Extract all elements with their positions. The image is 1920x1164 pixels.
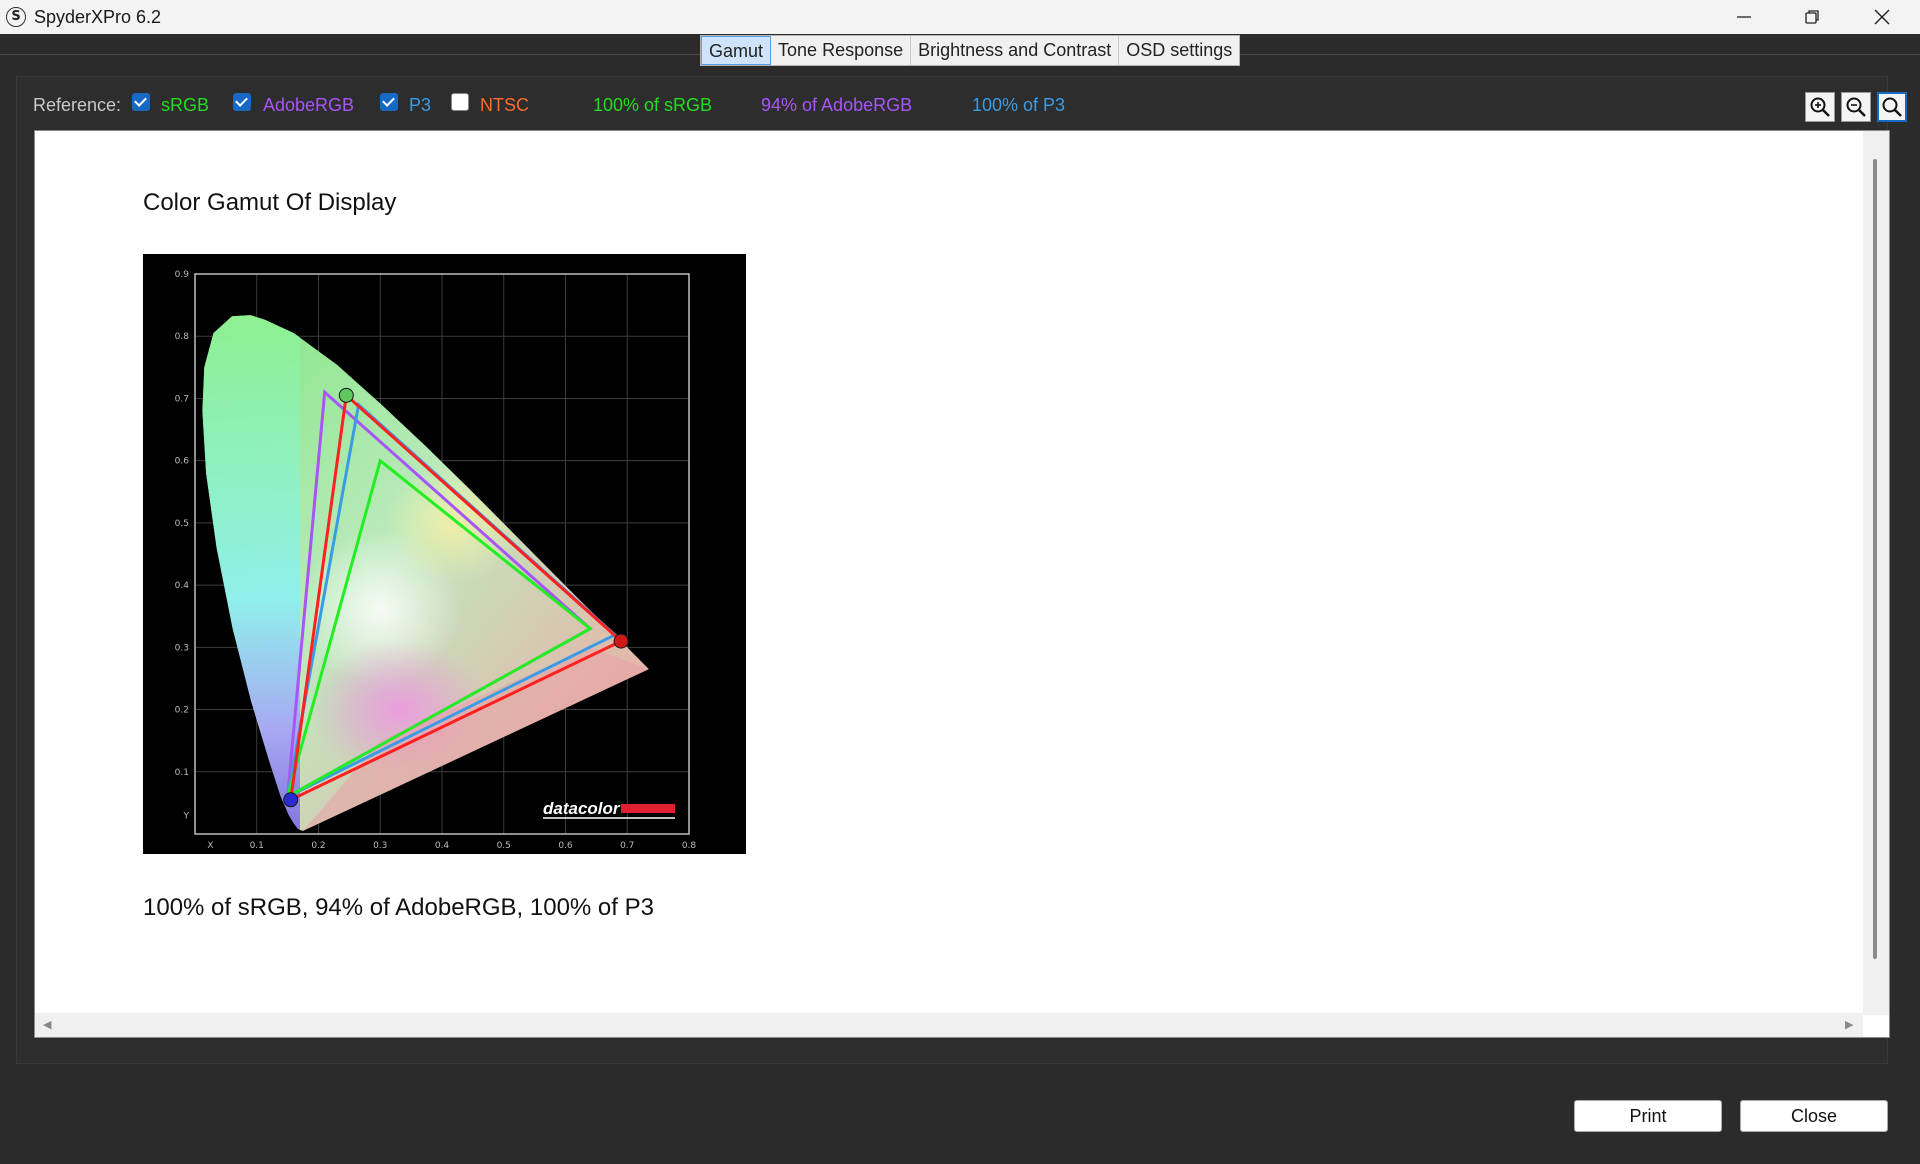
blue-primary-marker (283, 792, 299, 808)
close-button[interactable]: Close (1740, 1100, 1888, 1132)
srgb-checkbox[interactable] (132, 93, 150, 111)
zoom-in-icon (1810, 97, 1830, 117)
window-title: SpyderXPro 6.2 (34, 7, 162, 27)
tab-brightness-contrast[interactable]: Brightness and Contrast (911, 36, 1120, 65)
x-tick-label: 0.8 (682, 841, 697, 851)
report-title: Color Gamut Of Display (143, 189, 397, 216)
vertical-scroll-thumb[interactable] (1873, 159, 1877, 959)
tab-gamut[interactable]: Gamut (701, 36, 772, 65)
logo-text: datacolor (543, 799, 621, 818)
y-tick-label: 0.5 (175, 519, 189, 529)
app-icon: S (6, 7, 26, 27)
y-tick-label: 0.4 (175, 581, 190, 591)
vertical-scrollbar[interactable] (1863, 131, 1889, 1015)
restore-button[interactable] (1778, 0, 1846, 34)
scroll-left-icon[interactable]: ◀ (43, 1018, 51, 1031)
red-primary-marker (613, 633, 629, 649)
logo-bar (621, 804, 675, 813)
ntsc-checkbox[interactable] (451, 93, 469, 111)
adobergb-checkbox[interactable] (233, 93, 251, 111)
restore-icon (1805, 10, 1819, 24)
datacolor-logo: datacolor (543, 799, 675, 819)
tab-osd-settings[interactable]: OSD settings (1119, 36, 1239, 65)
tab-bar: Gamut Tone Response Brightness and Contr… (700, 35, 1241, 66)
x-tick-label: 0.2 (311, 841, 325, 851)
zoom-fit-button[interactable] (1877, 92, 1907, 122)
minimize-button[interactable] (1710, 0, 1778, 34)
title-bar: S SpyderXPro 6.2 (0, 0, 1920, 34)
minimize-icon (1737, 16, 1751, 18)
gamut-chart-svg: 0.1 0.2 0.3 0.4 0.5 0.6 0.7 0.8 0.1 0.2 0.3 0.4 0.5 0… (175, 270, 697, 851)
srgb-label: sRGB (161, 95, 210, 115)
locus-shading (202, 315, 649, 831)
p3-label: P3 (409, 95, 432, 115)
y-axis-label: Y (183, 811, 190, 821)
y-tick-label: 0.2 (175, 706, 189, 716)
zoom-fit-icon (1882, 97, 1902, 117)
gamut-chart: 0.1 0.2 0.3 0.4 0.5 0.6 0.7 0.8 0.1 0.2 0.3 0.4 0.5 0… (143, 254, 746, 854)
reference-bar: Reference: sRGB AdobeRGB P3 NTSC 100% of… (16, 90, 1896, 120)
x-tick-label: 0.3 (373, 841, 387, 851)
zoom-in-button[interactable] (1805, 92, 1835, 122)
srgb-coverage: 100% of sRGB (593, 95, 713, 115)
adobergb-coverage: 94% of AdobeRGB (761, 95, 913, 115)
locus-left-band (202, 315, 300, 831)
y-tick-label: 0.7 (175, 394, 189, 404)
x-tick-label: 0.6 (558, 841, 573, 851)
print-button[interactable]: Print (1574, 1100, 1722, 1132)
y-tick-label: 0.1 (175, 768, 189, 778)
report-view[interactable]: Color Gamut Of Display 0.1 0.2 0.3 0.4 0… (34, 130, 1890, 1038)
close-icon (1874, 9, 1890, 25)
scroll-right-icon[interactable]: ▶ (1845, 1018, 1853, 1031)
spectral-locus (202, 315, 649, 831)
close-window-button[interactable] (1848, 0, 1916, 34)
x-axis-label: X (207, 841, 213, 851)
x-tick-label: 0.5 (497, 841, 511, 851)
reference-label: Reference: (33, 95, 122, 115)
x-tick-label: 0.4 (435, 841, 450, 851)
tab-tone-response[interactable]: Tone Response (771, 36, 912, 65)
adobergb-label: AdobeRGB (263, 95, 355, 115)
horizontal-scrollbar[interactable]: ◀ ▶ (35, 1013, 1863, 1037)
green-primary-marker (338, 387, 354, 403)
y-tick-label: 0.9 (175, 270, 190, 280)
p3-checkbox[interactable] (380, 93, 398, 111)
zoom-out-icon (1846, 97, 1866, 117)
p3-coverage: 100% of P3 (972, 95, 1066, 115)
ntsc-label: NTSC (480, 95, 529, 115)
gamut-summary: 100% of sRGB, 94% of AdobeRGB, 100% of P… (143, 894, 654, 921)
x-tick-label: 0.1 (250, 841, 264, 851)
zoom-out-button[interactable] (1841, 92, 1871, 122)
x-tick-label: 0.7 (620, 841, 634, 851)
y-tick-label: 0.3 (175, 643, 189, 653)
y-tick-label: 0.6 (175, 457, 190, 467)
y-tick-label: 0.8 (175, 332, 190, 342)
